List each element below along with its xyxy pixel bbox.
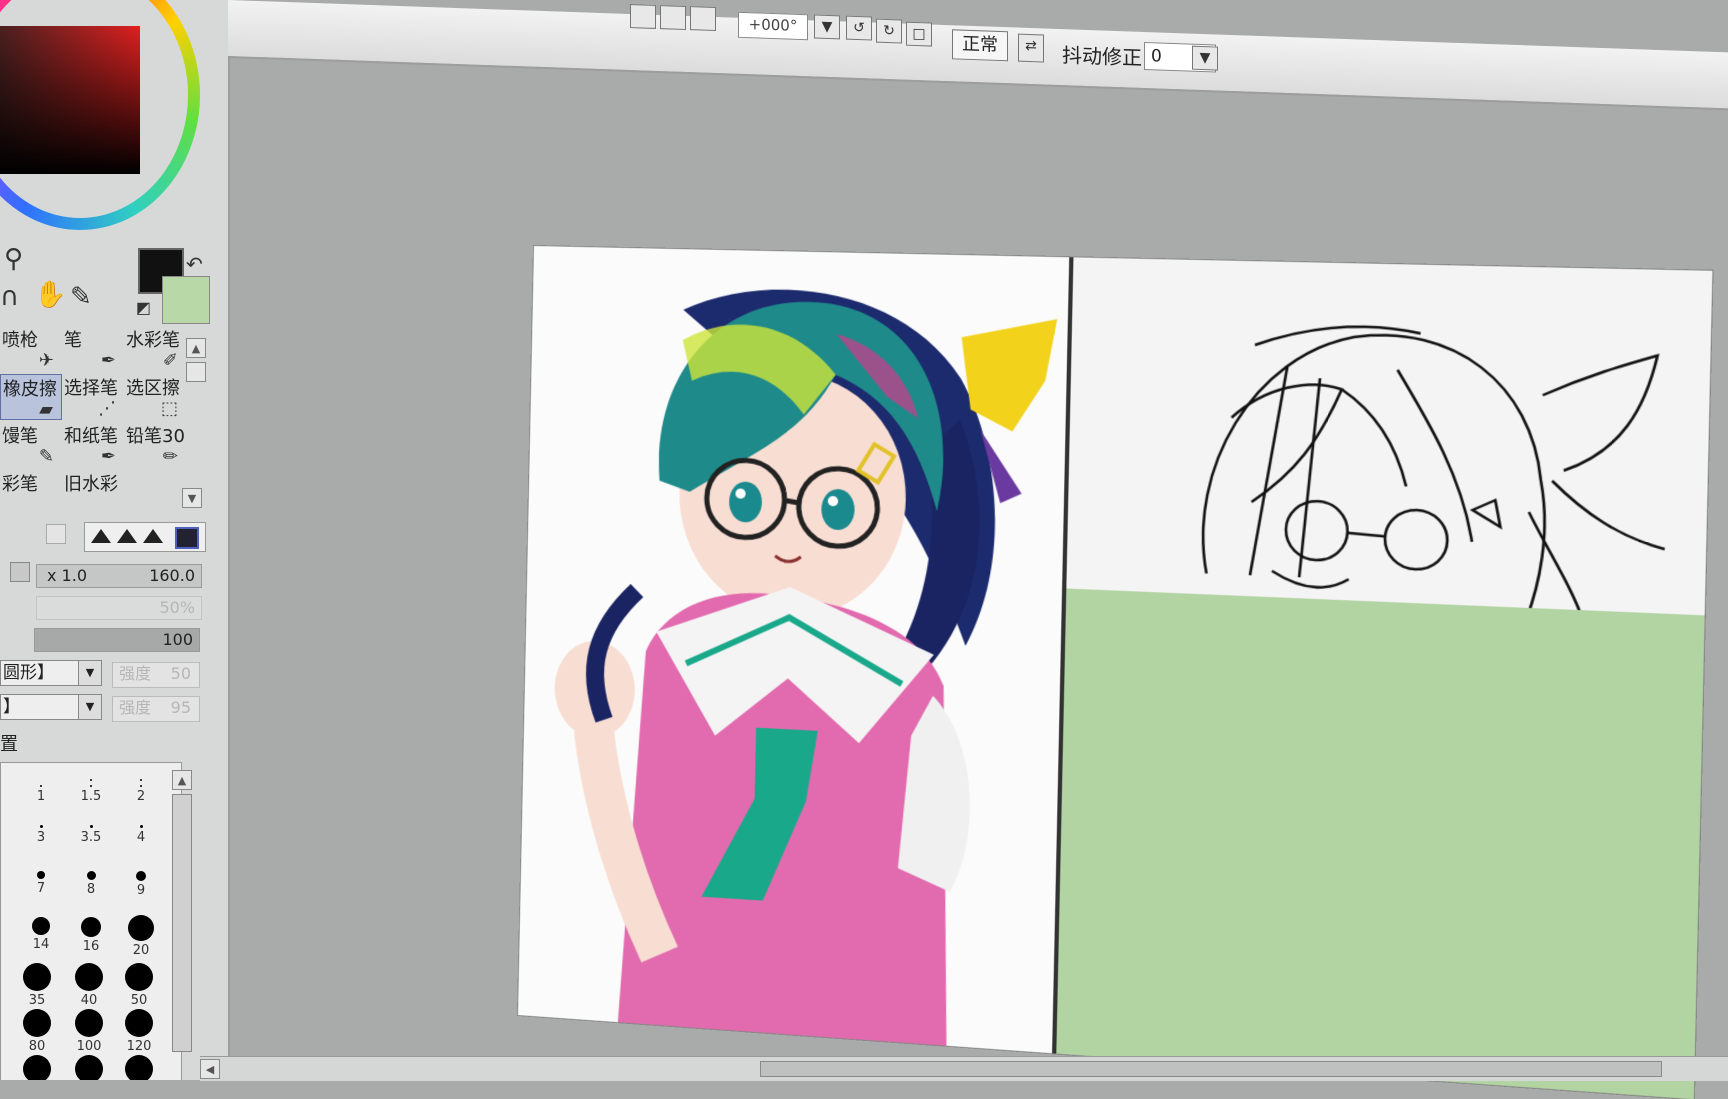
rotation-angle-field[interactable]: +000° (738, 12, 808, 40)
tool-panel: ⚲ ∩ ✋ ✎ ↶ ◩ 喷枪 ✈ 笔 ✒ 水彩笔 ✐ 橡皮擦 ▰ 选择笔 ⋰ 选… (0, 0, 230, 1080)
horizontal-scrollbar[interactable] (760, 1061, 1662, 1077)
size-preset[interactable]: 14 (15, 917, 67, 967)
washi-pen-icon: ✒ (64, 446, 124, 467)
eyedropper-icon[interactable]: ✎ (70, 284, 92, 310)
size-scroll-up[interactable]: ▲ (172, 770, 192, 790)
brush-old-watercolor[interactable]: 旧水彩 (62, 470, 124, 516)
canvas-bottom-bar: ◀ (200, 1056, 1728, 1081)
chevron-down-icon: ▼ (78, 695, 101, 719)
size-multiplier: x 1.0 (47, 565, 87, 587)
size-preset[interactable] (11, 1055, 63, 1080)
pencil-icon: ✏ (126, 446, 186, 467)
brush-marker[interactable]: 馒笔 ✎ (0, 422, 62, 468)
shape-medium-icon[interactable] (117, 529, 137, 543)
toolbar-button-2[interactable] (660, 5, 686, 30)
swap-colors-icon[interactable]: ↶ (186, 252, 203, 276)
size-preset[interactable] (113, 1055, 165, 1080)
reset-rotation-icon[interactable]: □ (906, 22, 932, 47)
strength-field-1: 强度 50 (112, 662, 200, 688)
shape-round-icon[interactable] (91, 529, 111, 543)
scroll-left-icon[interactable]: ◀ (200, 1059, 220, 1079)
brush-shape-selector[interactable] (84, 522, 206, 552)
size-preset[interactable]: 80 (11, 1009, 63, 1059)
hand-icon[interactable]: ✋ (34, 282, 66, 308)
chevron-down-icon: ▼ (78, 661, 101, 685)
brush-tool-grid: 喷枪 ✈ 笔 ✒ 水彩笔 ✐ 橡皮擦 ▰ 选择笔 ⋰ 选区擦 ⬚ 馒笔 ✎ 和纸… (0, 326, 186, 508)
size-preset[interactable]: 50 (113, 963, 165, 1013)
strength-field-2: 强度 95 (112, 696, 200, 722)
rotate-left-icon[interactable]: ↺ (846, 16, 872, 41)
brush-color-pen[interactable]: 彩笔 (0, 470, 62, 516)
pen-icon: ✒ (64, 350, 124, 371)
eraser-icon: ▰ (3, 399, 61, 420)
size-preset[interactable]: 4 (115, 825, 167, 875)
size-preset[interactable]: 120 (113, 1009, 165, 1059)
brush-pen[interactable]: 笔 ✒ (62, 326, 124, 372)
size-preset[interactable]: 20 (115, 915, 167, 965)
green-fill-area (1056, 588, 1704, 1099)
size-preset[interactable]: 16 (65, 917, 117, 967)
size-preset[interactable]: 35 (11, 963, 63, 1013)
brush-pencil[interactable]: 铅笔30 ✏ (124, 422, 186, 468)
brush-scroll-down[interactable]: ▼ (182, 488, 202, 508)
advanced-settings-label: 置 (0, 730, 18, 756)
background-color-swatch[interactable] (162, 276, 210, 324)
shape-square-icon[interactable] (175, 527, 199, 549)
rotate-right-icon[interactable]: ↻ (876, 19, 902, 44)
brush-scroll-mid[interactable] (186, 362, 206, 382)
dropper-icon[interactable]: ⚲ (4, 246, 23, 272)
airbrush-icon: ✈ (2, 350, 62, 371)
size-preset[interactable]: 8 (65, 871, 117, 921)
size-preset[interactable]: 9 (115, 871, 167, 921)
brush-airbrush[interactable]: 喷枪 ✈ (0, 326, 62, 372)
brush-size-presets: 1 1.5 2 3 3.5 4 7 8 9 14 16 20 35 40 50 … (0, 762, 182, 1080)
lasso-icon[interactable]: ∩ (0, 284, 19, 310)
brush-size-slider[interactable]: x 1.0 160.0 (36, 564, 202, 588)
reset-colors-icon[interactable]: ◩ (136, 298, 151, 317)
brush-texture-dropdown[interactable]: 】 ▼ (0, 694, 102, 720)
size-preset[interactable] (63, 1055, 115, 1080)
lineart-panel[interactable] (1056, 257, 1712, 1099)
brush-watercolor[interactable]: 水彩笔 ✐ (124, 326, 186, 372)
brush-shape-dropdown[interactable]: 圆形】 ▼ (0, 660, 102, 686)
brush-eraser[interactable]: 橡皮擦 ▰ (0, 374, 62, 420)
size-value: 160.0 (149, 565, 195, 587)
toolbar-button-1[interactable] (630, 4, 656, 29)
brush-washi-pen[interactable]: 和纸笔 ✒ (62, 422, 124, 468)
density-value: 100 (162, 629, 193, 651)
saturation-value-square[interactable] (0, 26, 140, 174)
size-preset[interactable]: 3 (15, 825, 67, 875)
min-size-slider[interactable]: 50% (36, 596, 202, 620)
size-preset[interactable]: 7 (15, 871, 67, 921)
angle-dropdown-button[interactable]: ▼ (814, 14, 840, 39)
brush-scroll-up[interactable]: ▲ (186, 338, 206, 358)
brush-selection-pen[interactable]: 选择笔 ⋰ (62, 374, 124, 420)
size-preset[interactable]: 3.5 (65, 825, 117, 875)
size-preset[interactable]: 40 (63, 963, 115, 1013)
watercolor-icon: ✐ (126, 350, 186, 371)
shape-toggle[interactable] (46, 524, 66, 544)
size-scrollbar[interactable] (172, 794, 192, 1052)
density-slider[interactable]: 100 (34, 628, 200, 652)
size-preset[interactable]: 100 (63, 1009, 115, 1059)
selection-eraser-icon: ⬚ (126, 398, 186, 419)
toolbar-button-3[interactable] (690, 6, 716, 31)
shape-flat-icon[interactable] (143, 529, 163, 543)
selection-pen-icon: ⋰ (64, 398, 124, 419)
drawing-canvas[interactable] (518, 246, 1712, 1099)
reference-illustration (518, 246, 1069, 1053)
marker-icon: ✎ (2, 446, 62, 467)
min-size-value: 50% (159, 597, 195, 619)
brush-shape-row (0, 522, 204, 552)
size-lock-toggle[interactable] (10, 562, 30, 582)
brush-selection-eraser[interactable]: 选区擦 ⬚ (124, 374, 186, 420)
